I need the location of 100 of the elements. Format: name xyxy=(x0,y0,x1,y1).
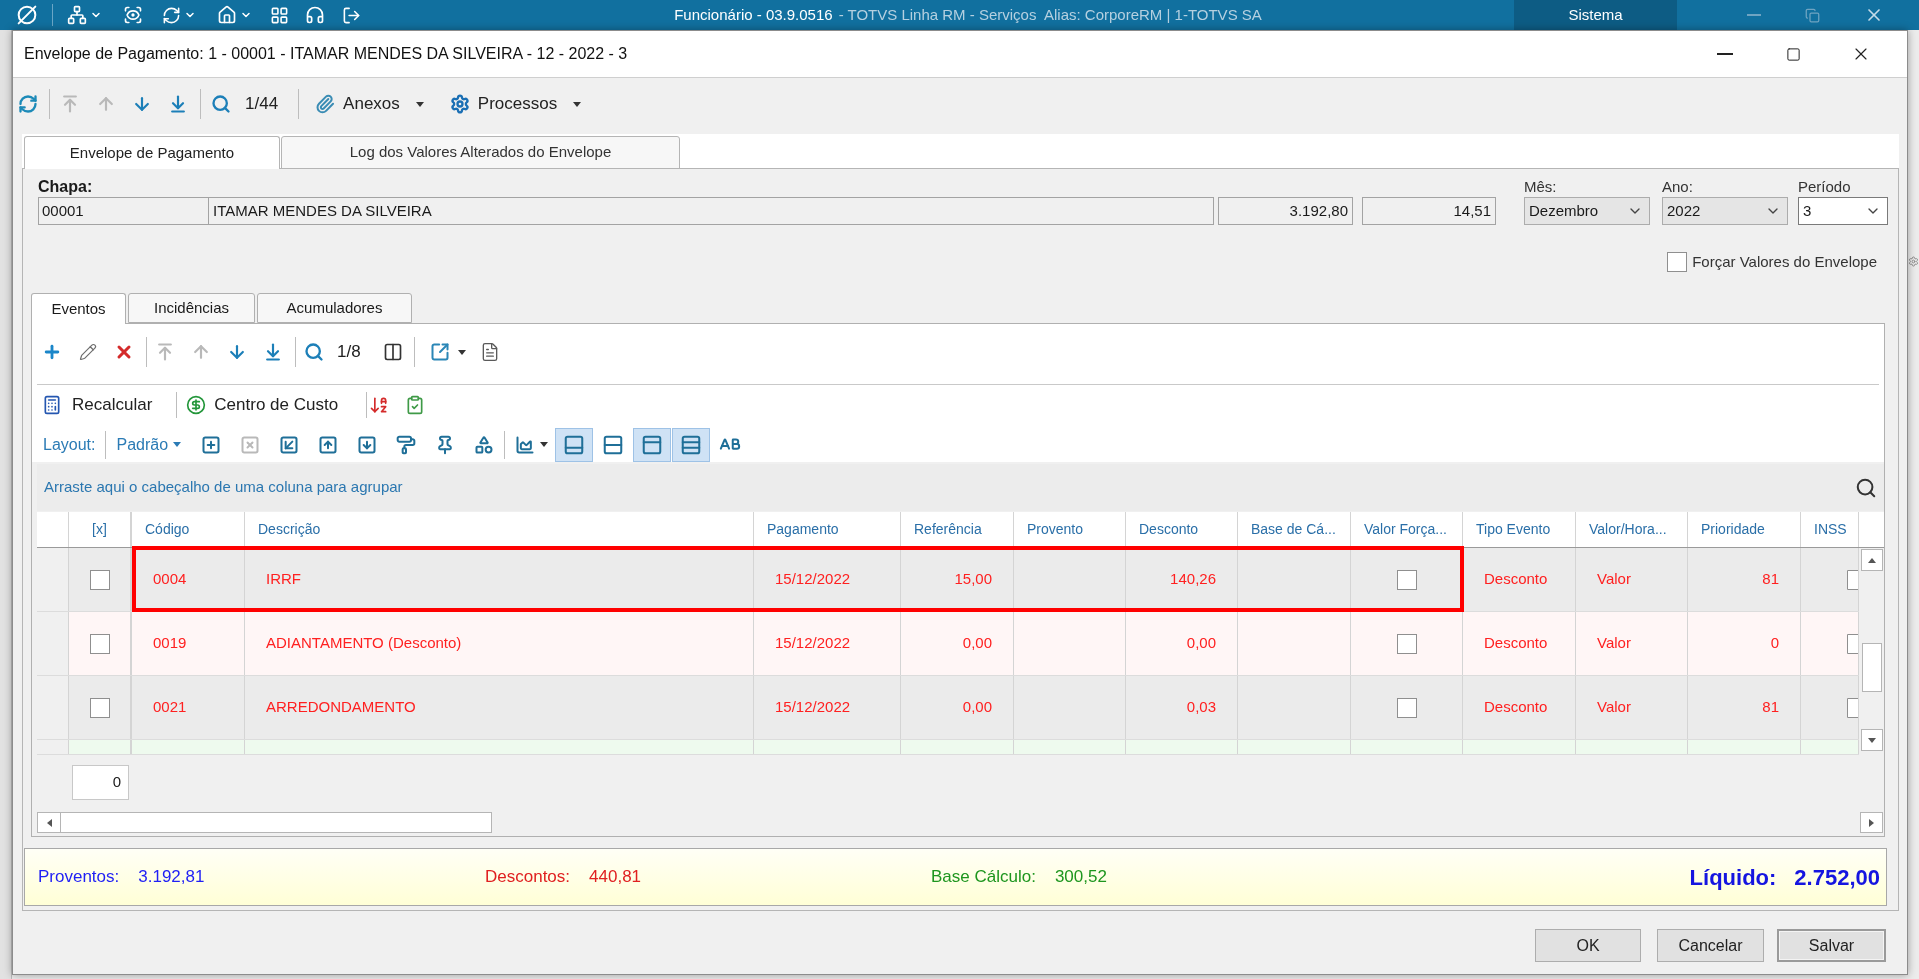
arrow-down-to-line-icon xyxy=(263,342,283,362)
table-cell-text: Desconto xyxy=(1484,633,1548,654)
search-icon xyxy=(211,94,231,114)
month-dropdown[interactable]: Dezembro xyxy=(1524,197,1650,225)
table-row[interactable]: 0019 ADIANTAMENTO (Desconto) 15/12/2022 0,00 0,00 Desconto Valor 0 xyxy=(37,612,1859,676)
table-cell-text: ARREDONDAMENTO xyxy=(266,697,416,718)
checkbox[interactable] xyxy=(89,697,110,718)
refresh-icon[interactable] xyxy=(162,5,181,25)
total-value: 440,81 xyxy=(589,866,642,889)
attachments-menu-button[interactable]: Anexos xyxy=(307,87,428,121)
column-header[interactable]: Valor/Hora... xyxy=(1576,512,1688,547)
paint-roller-icon xyxy=(395,434,416,455)
table-cell-text: 0004 xyxy=(153,569,187,590)
tab[interactable]: Incidências xyxy=(128,293,255,323)
caret-icon xyxy=(173,442,182,447)
column-header[interactable]: Referência xyxy=(901,512,1014,547)
recalculate-button[interactable]: Recalcular xyxy=(34,388,159,422)
maximize-icon xyxy=(1785,46,1801,62)
table-cell-text: 15/12/2022 xyxy=(775,633,851,654)
exit-icon[interactable] xyxy=(342,5,361,25)
window-title: Envelope de Pagamento: 1 - 00001 - ITAMAR MENDES DA SILVEIRA - 12 - 2022 - 3 xyxy=(23,44,628,64)
column-header[interactable]: Base de Cá... xyxy=(1238,512,1351,547)
checkbox-label[interactable]: Forçar Valores do Envelope xyxy=(1692,250,1877,274)
chapa-label: Chapa: xyxy=(38,177,94,197)
column-header[interactable]: Pagamento xyxy=(754,512,901,547)
app-subtitle: - TOTVS Linha RM - Serviços Alias: CorporeRM | 1-TOTVS SA xyxy=(838,4,1262,25)
area-chart-icon xyxy=(515,434,536,455)
gear-icon xyxy=(449,94,470,114)
table-cell-text: Valor xyxy=(1597,633,1631,654)
total-label: Proventos: xyxy=(38,866,120,889)
scroll-up-button[interactable] xyxy=(1860,549,1883,571)
header-toggle[interactable] xyxy=(633,427,672,462)
checkbox[interactable] xyxy=(1667,252,1688,272)
employee-name-field[interactable]: ITAMAR MENDES DA SILVEIRA xyxy=(209,197,1214,225)
module-tab[interactable]: Sistema xyxy=(1514,0,1677,30)
panel-bottom-icon xyxy=(563,433,586,456)
arrow-down-to-line-icon xyxy=(168,94,188,114)
table-cell-text: Desconto xyxy=(1484,569,1548,590)
column-header[interactable]: INSS xyxy=(1801,512,1859,547)
columns-icon xyxy=(382,342,403,362)
search-icon[interactable] xyxy=(1855,476,1877,499)
table-cell-text: 0 xyxy=(1770,633,1779,654)
dialog-button[interactable]: OK xyxy=(1535,929,1641,962)
circle-icon[interactable] xyxy=(17,5,37,25)
column-header[interactable]: Código xyxy=(132,512,245,547)
scroll-left-button[interactable] xyxy=(37,812,61,833)
table-cell-text: 0021 xyxy=(153,697,187,718)
triangle-up-icon xyxy=(1867,557,1876,563)
year-label: Ano: xyxy=(1662,177,1694,197)
column-header[interactable]: Descrição xyxy=(245,512,754,547)
amount-field[interactable]: 14,51 xyxy=(1362,197,1496,225)
scroll-thumb[interactable] xyxy=(61,812,492,833)
checkbox[interactable] xyxy=(1847,697,1858,718)
scroll-down-button[interactable] xyxy=(1860,729,1883,751)
scroll-right-button[interactable] xyxy=(1860,812,1883,833)
column-header[interactable]: Desconto xyxy=(1126,512,1238,547)
cost-center-button[interactable]: Centro de Custo xyxy=(183,388,345,422)
table-cell-text: 81 xyxy=(1762,697,1779,718)
processes-menu-button[interactable]: Processos xyxy=(441,87,586,121)
table-cell-text: Valor xyxy=(1597,697,1631,718)
column-header[interactable]: Valor Força... xyxy=(1351,512,1463,547)
rows-icon xyxy=(680,433,703,456)
minimize-icon xyxy=(1747,14,1761,16)
checkbox[interactable] xyxy=(1396,569,1417,590)
checkbox[interactable] xyxy=(1847,569,1858,590)
triangle-left-icon xyxy=(46,818,52,827)
chapa-field[interactable]: 00001 xyxy=(38,197,209,225)
gear-icon[interactable] xyxy=(1908,256,1919,267)
grid-icon[interactable] xyxy=(270,5,289,25)
square-x-icon xyxy=(239,434,260,455)
headset-icon[interactable] xyxy=(305,5,325,25)
home-icon[interactable] xyxy=(217,5,237,25)
tab[interactable]: Envelope de Pagamento xyxy=(24,136,280,169)
group-panel-toggle[interactable] xyxy=(672,427,711,462)
checkbox[interactable] xyxy=(1847,633,1858,654)
checkbox[interactable] xyxy=(1396,697,1417,718)
checkbox[interactable] xyxy=(89,633,110,654)
table-cell-text: 0019 xyxy=(153,633,187,654)
period-dropdown[interactable]: 3 xyxy=(1798,197,1888,225)
table-cell-text: IRRF xyxy=(266,569,301,590)
eye-icon[interactable] xyxy=(123,5,143,25)
scroll-thumb[interactable] xyxy=(1861,643,1882,692)
network-icon[interactable] xyxy=(67,5,87,25)
column-header[interactable]: Tipo Evento xyxy=(1463,512,1576,547)
tab[interactable]: Eventos xyxy=(31,293,126,324)
column-header[interactable]: Prioridade xyxy=(1688,512,1801,547)
refresh-icon xyxy=(18,94,38,114)
table-cell-text: 15/12/2022 xyxy=(775,697,851,718)
year-dropdown[interactable]: 2022 xyxy=(1662,197,1788,225)
dialog-button[interactable]: Salvar xyxy=(1777,929,1886,962)
amount-field[interactable]: 3.192,80 xyxy=(1218,197,1353,225)
layout-preset-dropdown[interactable]: Padrão xyxy=(116,432,182,457)
checkbox[interactable] xyxy=(89,569,110,590)
tab[interactable]: Log dos Valores Alterados do Envelope xyxy=(281,136,680,169)
dialog-button[interactable]: Cancelar xyxy=(1657,929,1764,962)
footer-toggle[interactable] xyxy=(555,427,594,462)
triangle-down-icon xyxy=(1867,737,1876,743)
tab[interactable]: Acumuladores xyxy=(257,293,412,323)
checkbox[interactable] xyxy=(1396,633,1417,654)
column-header[interactable]: Provento xyxy=(1014,512,1126,547)
